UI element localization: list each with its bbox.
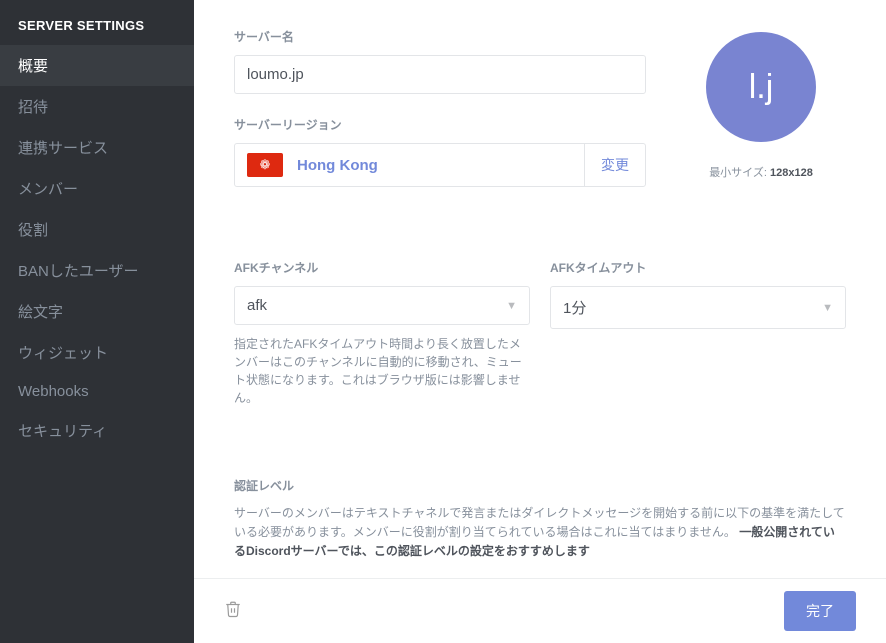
hong-kong-flag-icon: ❁ [247,153,283,177]
sidebar-item-label: 役割 [18,222,48,239]
sidebar-item-bans[interactable]: BANしたユーザー [0,250,194,291]
sidebar-item-widget[interactable]: ウィジェット [0,332,194,373]
sidebar-item-invites[interactable]: 招待 [0,86,194,127]
sidebar-item-roles[interactable]: 役割 [0,209,194,250]
sidebar-item-security[interactable]: セキュリティ [0,410,194,451]
region-display: ❁ Hong Kong [235,144,584,186]
sidebar-item-label: BANしたユーザー [18,263,139,280]
afk-channel-label: AFKチャンネル [234,259,530,276]
done-button[interactable]: 完了 [784,591,856,631]
sidebar-item-emoji[interactable]: 絵文字 [0,291,194,332]
sidebar-item-label: 招待 [18,99,48,116]
sidebar-header: SERVER SETTINGS [0,18,194,45]
sidebar-item-label: メンバー [18,181,78,198]
afk-channel-help: 指定されたAFKタイムアウト時間より長く放置したメンバーはこのチャンネルに自動的… [234,335,530,407]
afk-channel-value: afk [247,297,267,314]
chevron-down-icon: ▼ [822,302,833,314]
trash-icon[interactable] [224,600,242,623]
region-label: サーバーリージョン [234,116,646,133]
sidebar-item-label: 絵文字 [18,304,63,321]
sidebar-item-overview[interactable]: 概要 [0,45,194,86]
afk-timeout-select[interactable]: 1分 ▼ [550,286,846,329]
server-name-input[interactable] [234,55,646,94]
avatar-size-hint: 最小サイズ: 128x128 [709,164,813,180]
sidebar-item-label: 概要 [18,58,48,75]
verification-label: 認証レベル [234,477,846,494]
verification-description: サーバーのメンバーはテキストチャネルで発言またはダイレクトメッセージを開始する前… [234,504,846,562]
server-name-label: サーバー名 [234,28,646,45]
sidebar-item-integrations[interactable]: 連携サービス [0,127,194,168]
sidebar: SERVER SETTINGS 概要 招待 連携サービス メンバー 役割 BAN… [0,0,194,643]
afk-timeout-value: 1分 [563,297,586,318]
avatar-initials: l.j [749,68,774,107]
sidebar-item-label: セキュリティ [18,423,107,440]
region-box: ❁ Hong Kong 変更 [234,143,646,187]
sidebar-item-label: Webhooks [18,383,89,400]
main-panel: サーバー名 サーバーリージョン ❁ Hong Kong 変更 l.j 最小サイズ… [194,0,886,643]
chevron-down-icon: ▼ [506,300,517,312]
sidebar-item-label: ウィジェット [18,345,108,362]
sidebar-item-members[interactable]: メンバー [0,168,194,209]
region-name: Hong Kong [297,157,378,174]
sidebar-item-label: 連携サービス [18,140,108,157]
change-region-button[interactable]: 変更 [584,144,645,186]
afk-timeout-label: AFKタイムアウト [550,259,846,276]
sidebar-item-webhooks[interactable]: Webhooks [0,373,194,410]
footer-bar: 完了 [194,578,886,643]
content-area: サーバー名 サーバーリージョン ❁ Hong Kong 変更 l.j 最小サイズ… [194,0,886,578]
server-avatar[interactable]: l.j [706,32,816,142]
afk-channel-select[interactable]: afk ▼ [234,286,530,325]
